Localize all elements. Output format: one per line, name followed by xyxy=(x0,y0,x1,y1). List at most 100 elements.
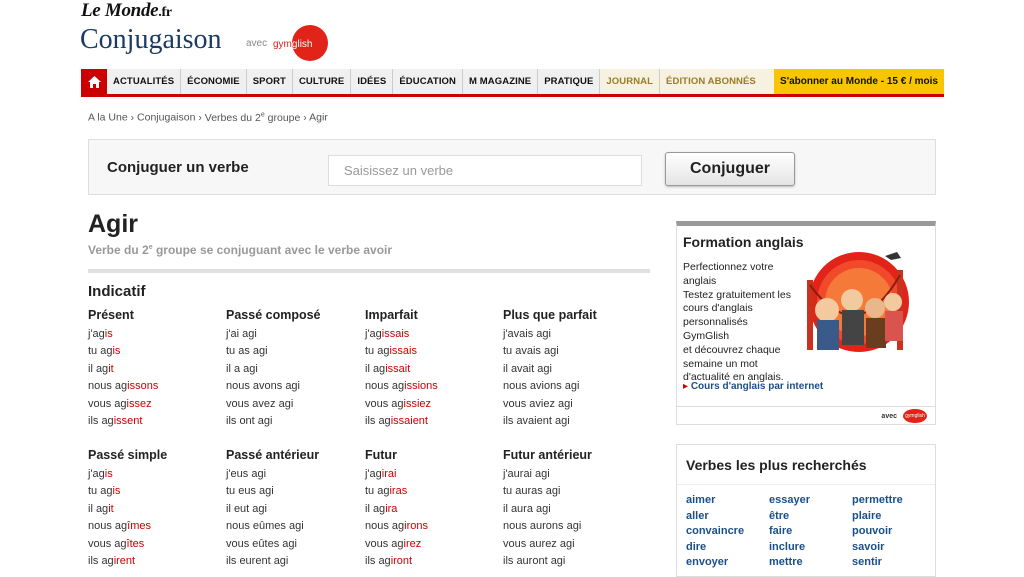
popular-verb-link[interactable]: envoyer xyxy=(686,555,744,571)
conjugation-row: vous aviez agi xyxy=(503,397,573,410)
popular-verbs-box: Verbes les plus recherchés aimer aller con… xyxy=(676,444,936,577)
verb-ending: is xyxy=(112,345,121,358)
le-monde-logo[interactable]: Le Monde.fr xyxy=(81,0,172,22)
popular-column: essayer être faire inclure mettre xyxy=(769,493,810,571)
verb-search-input[interactable] xyxy=(328,155,642,186)
popular-verb-link[interactable]: mettre xyxy=(769,555,810,571)
popular-verb-link[interactable]: aimer xyxy=(686,493,744,509)
nav-economie[interactable]: ÉCONOMIE xyxy=(181,69,247,94)
tense-title: Imparfait xyxy=(365,308,418,322)
conjugation-row: vous agîtes xyxy=(88,537,145,550)
logo-text: Le Monde xyxy=(81,0,159,21)
nav-sport[interactable]: SPORT xyxy=(247,69,293,94)
gymglish-logo[interactable]: gymglish xyxy=(267,25,328,63)
verb-ending: it xyxy=(108,502,114,515)
verb-ending: irai xyxy=(381,468,397,480)
verb-ending: irons xyxy=(404,520,428,533)
nav-idees[interactable]: IDÉES xyxy=(351,69,394,94)
popular-verb-link[interactable]: savoir xyxy=(852,540,903,556)
breadcrumb-separator: › xyxy=(303,111,307,124)
conjugation-row: tu agis xyxy=(88,345,121,358)
popular-verb-link[interactable]: inclure xyxy=(769,540,810,556)
verb-ending: issais xyxy=(389,345,417,358)
conjugation-row: j'agis xyxy=(88,468,113,480)
conjuguer-button[interactable]: Conjuguer xyxy=(665,152,795,186)
tense-title: Futur antérieur xyxy=(503,448,592,462)
conjugation-row: ils agissent xyxy=(88,414,143,427)
verb-subtitle: Verbe du 2e groupe se conjuguant avec le… xyxy=(88,243,393,257)
conjugation-row: vous agirez xyxy=(365,537,422,550)
conjugation-row: ils agissaient xyxy=(365,414,428,427)
popular-verb-link[interactable]: être xyxy=(769,509,810,525)
nav-journal[interactable]: JOURNAL xyxy=(600,69,661,94)
popular-title: Verbes les plus recherchés xyxy=(686,457,867,473)
verb-title: Agir xyxy=(88,210,138,238)
breadcrumb-a-la-une[interactable]: A la Une xyxy=(88,112,128,124)
conjugation-row: nous agissons xyxy=(88,380,159,393)
gymglish-promo[interactable]: Formation anglais Perfectionnez votre an… xyxy=(676,221,936,425)
popular-column: aimer aller convaincre dire envoyer xyxy=(686,493,744,571)
conjugation-row: il avait agi xyxy=(503,362,552,375)
popular-verb-link[interactable]: permettre xyxy=(852,493,903,509)
nav-culture[interactable]: CULTURE xyxy=(293,69,352,94)
tense-title: Futur xyxy=(365,448,397,462)
verb-ending: îtes xyxy=(126,537,145,550)
conjugation-row: nous avons agi xyxy=(226,380,300,393)
nav-m-magazine[interactable]: M MAGAZINE xyxy=(463,69,539,94)
verb-ending: ira xyxy=(385,502,398,515)
verb-ending: irent xyxy=(113,554,136,567)
home-icon[interactable] xyxy=(81,69,107,94)
popular-verb-link[interactable]: pouvoir xyxy=(852,524,903,540)
conjugation-row: il aura agi xyxy=(503,502,551,515)
verb-ending: issait xyxy=(385,362,411,375)
popular-verb-link[interactable]: sentir xyxy=(852,555,903,571)
nav-edition-abonnes[interactable]: ÉDITION ABONNÉS xyxy=(660,69,775,94)
conjugation-row: nous aurons agi xyxy=(503,520,582,533)
conjugation-row: il eut agi xyxy=(226,502,267,515)
popular-header: Verbes les plus recherchés xyxy=(677,445,935,485)
promo-avec-label: avec xyxy=(881,413,897,420)
section-divider xyxy=(88,269,650,273)
conjugation-row: tu agiras xyxy=(365,485,408,498)
popular-verb-link[interactable]: faire xyxy=(769,524,810,540)
tense-passe-compose: Passé composé j'ai agi tu as agi il a agi no… xyxy=(226,308,361,430)
conjugation-row: il agit xyxy=(88,362,114,375)
popular-verb-link[interactable]: essayer xyxy=(769,493,810,509)
breadcrumb-current: Agir xyxy=(309,111,328,124)
subscribe-button[interactable]: S'abonner au Monde - 15 € / mois xyxy=(774,69,944,94)
promo-title[interactable]: Formation anglais xyxy=(683,234,804,250)
mode-title: Indicatif xyxy=(88,283,146,300)
popular-column: permettre plaire pouvoir savoir sentir xyxy=(852,493,903,571)
popular-verb-link[interactable]: aller xyxy=(686,509,744,525)
conjugation-row: j'aurai agi xyxy=(503,468,550,480)
promo-link[interactable]: ▸ Cours d'anglais par internet xyxy=(683,381,823,392)
conjugation-row: tu agissais xyxy=(365,345,417,358)
conjugation-row: ils eurent agi xyxy=(226,554,289,567)
popular-verb-link[interactable]: plaire xyxy=(852,509,903,525)
breadcrumb-conjugaison[interactable]: Conjugaison xyxy=(137,112,195,124)
conjugation-row: nous agirons xyxy=(365,520,428,533)
conjugation-row: j'agirai xyxy=(365,468,397,480)
conjugation-row: vous avez agi xyxy=(226,397,294,410)
verb-ending: it xyxy=(108,362,114,375)
verb-ending: is xyxy=(104,328,113,340)
conjugation-row: vous agissiez xyxy=(365,397,432,410)
conjugation-row: tu agis xyxy=(88,485,121,498)
conjugation-row: ils avaient agi xyxy=(503,414,570,427)
conjugation-row: il agit xyxy=(88,502,114,515)
page-title[interactable]: Conjugaison xyxy=(80,24,222,56)
conjugation-row: nous eûmes agi xyxy=(226,520,304,533)
breadcrumb-separator: › xyxy=(198,111,202,124)
popular-verb-link[interactable]: dire xyxy=(686,540,744,556)
popular-verb-link[interactable]: convaincre xyxy=(686,524,744,540)
conjugation-row: ils ont agi xyxy=(226,414,273,427)
verb-ending: irez xyxy=(403,537,422,550)
nav-pratique[interactable]: PRATIQUE xyxy=(538,69,601,94)
conjugation-row: vous aurez agi xyxy=(503,537,575,550)
nav-education[interactable]: ÉDUCATION xyxy=(393,69,464,94)
breadcrumb-separator: › xyxy=(130,111,135,124)
breadcrumb-verbes-groupe[interactable]: Verbes du 2e groupe xyxy=(205,111,301,124)
tense-passe-simple: Passé simple j'agis tu agis il agit nous agî… xyxy=(88,448,223,570)
nav-actualites[interactable]: ACTUALITÉS xyxy=(107,69,182,94)
breadcrumb: A la Une › Conjugaison › Verbes du 2e gr… xyxy=(88,111,328,124)
